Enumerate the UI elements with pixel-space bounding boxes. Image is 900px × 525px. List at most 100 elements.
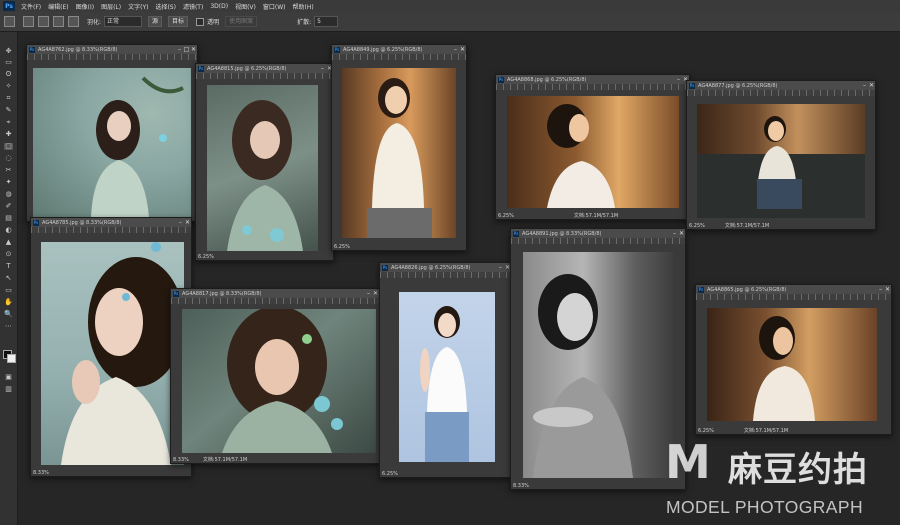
photo-canvas[interactable] bbox=[697, 104, 865, 218]
zoom-level[interactable]: 8.33% bbox=[513, 483, 529, 489]
new-selection-icon[interactable] bbox=[23, 16, 34, 27]
close-icon[interactable]: ✕ bbox=[884, 286, 891, 293]
crop-tool-icon[interactable]: ⌗ bbox=[4, 95, 13, 102]
photo-canvas[interactable] bbox=[182, 309, 376, 453]
minimize-icon[interactable]: – bbox=[176, 46, 183, 53]
screen-mode-icon[interactable]: ▥ bbox=[4, 386, 13, 393]
minimize-icon[interactable]: – bbox=[497, 264, 504, 271]
patch-tool-icon[interactable]: ▢ bbox=[4, 143, 13, 150]
lasso-tool-icon[interactable]: ʘ bbox=[4, 71, 13, 78]
minimize-icon[interactable]: – bbox=[675, 76, 682, 83]
zoom-level[interactable]: 6.25% bbox=[498, 213, 514, 219]
zoom-level[interactable]: 8.33% bbox=[33, 470, 49, 476]
quick-mask-icon[interactable]: ▣ bbox=[4, 374, 13, 381]
document-titlebar[interactable]: Ps AG4A8868.jpg @ 6.25%(RGB/8) – ✕ bbox=[496, 75, 689, 84]
menu-type[interactable]: 文字(Y) bbox=[128, 2, 148, 11]
more-tools-icon[interactable]: ⋯ bbox=[4, 323, 13, 330]
menu-help[interactable]: 帮助(H) bbox=[293, 2, 314, 11]
document-titlebar[interactable]: Ps AG4A8762.jpg @ 8.33%(RGB/8) – □ ✕ bbox=[27, 45, 197, 54]
photo-canvas[interactable] bbox=[342, 68, 456, 238]
path-selection-tool-icon[interactable]: ⊙ bbox=[4, 251, 13, 258]
document-titlebar[interactable]: Ps AG4A8877.jpg @ 6.25%(RGB/8) – ✕ bbox=[687, 81, 875, 90]
gradient-tool-icon[interactable]: ◍ bbox=[4, 191, 13, 198]
rectangle-tool-icon[interactable]: ▭ bbox=[4, 287, 13, 294]
menu-select[interactable]: 选择(S) bbox=[155, 2, 176, 11]
zoom-level[interactable]: 6.25% bbox=[334, 244, 350, 250]
minimize-icon[interactable]: – bbox=[671, 230, 678, 237]
intersect-selection-icon[interactable] bbox=[68, 16, 79, 27]
history-brush-tool-icon[interactable]: ✂ bbox=[4, 167, 13, 174]
close-icon[interactable]: ✕ bbox=[190, 46, 197, 53]
transparent-checkbox[interactable] bbox=[196, 17, 205, 26]
shape-tool-icon[interactable]: ▲ bbox=[4, 239, 13, 246]
photo-canvas[interactable] bbox=[707, 308, 877, 421]
menu-filter[interactable]: 滤镜(T) bbox=[183, 2, 203, 11]
menu-layer[interactable]: 图层(L) bbox=[101, 2, 121, 11]
target-button[interactable]: 目标 bbox=[168, 16, 189, 27]
minimize-icon[interactable]: – bbox=[877, 286, 884, 293]
use-pattern-button[interactable]: 使用图案 bbox=[225, 16, 258, 27]
photoshop-logo-icon[interactable]: Ps bbox=[3, 1, 15, 11]
minimize-icon[interactable]: – bbox=[452, 46, 459, 53]
document-window[interactable]: Ps AG4A8817.jpg @ 8.33%(RGB/8) – ✕ 8.33%… bbox=[170, 288, 380, 464]
zoom-level[interactable]: 6.25% bbox=[689, 223, 705, 229]
document-window[interactable]: Ps AG4A8826.jpg @ 6.25%(RGB/8) – ✕ 6.25% bbox=[379, 262, 512, 478]
eraser-tool-icon[interactable]: ✦ bbox=[4, 179, 13, 186]
eyedropper-tool-icon[interactable]: ✎ bbox=[4, 107, 13, 114]
photo-canvas[interactable] bbox=[207, 85, 318, 251]
healing-brush-tool-icon[interactable]: ⌖ bbox=[4, 119, 13, 126]
move-tool-icon[interactable]: ✥ bbox=[4, 48, 13, 55]
clone-stamp-tool-icon[interactable]: ◌ bbox=[4, 155, 13, 162]
zoom-level[interactable]: 8.33% bbox=[173, 457, 189, 463]
hand-tool-icon[interactable]: ✋ bbox=[4, 299, 13, 306]
brush-tool-icon[interactable]: ✚ bbox=[4, 131, 13, 138]
zoom-level[interactable]: 6.25% bbox=[382, 471, 398, 477]
minimize-icon[interactable]: – bbox=[365, 290, 372, 297]
zoom-tool-icon[interactable]: 🔍 bbox=[4, 311, 13, 318]
minimize-icon[interactable]: – bbox=[319, 65, 326, 72]
photo-canvas[interactable] bbox=[507, 96, 679, 208]
menu-view[interactable]: 视图(V) bbox=[235, 2, 256, 11]
menu-window[interactable]: 窗口(W) bbox=[263, 2, 286, 11]
document-window[interactable]: Ps AG4A8762.jpg @ 8.33%(RGB/8) – □ ✕ bbox=[26, 44, 198, 222]
document-window[interactable]: Ps AG4A8868.jpg @ 6.25%(RGB/8) – ✕ 6.25%… bbox=[495, 74, 690, 220]
document-titlebar[interactable]: Ps AG4A8849.jpg @ 6.25%(RGB/8) – ✕ bbox=[332, 45, 466, 54]
photo-canvas[interactable] bbox=[33, 68, 191, 218]
close-icon[interactable]: ✕ bbox=[678, 230, 685, 237]
document-window[interactable]: Ps AG4A8785.jpg @ 8.33%(RGB/8) – ✕ 8.33% bbox=[30, 217, 192, 477]
source-button[interactable]: 源 bbox=[148, 16, 163, 27]
maximize-icon[interactable]: □ bbox=[183, 46, 190, 53]
zoom-level[interactable]: 6.25% bbox=[198, 254, 214, 260]
marquee-tool-icon[interactable]: ▭ bbox=[4, 59, 13, 66]
close-icon[interactable]: ✕ bbox=[459, 46, 466, 53]
close-icon[interactable]: ✕ bbox=[184, 219, 191, 226]
menu-edit[interactable]: 编辑(E) bbox=[48, 2, 68, 11]
document-titlebar[interactable]: Ps AG4A8785.jpg @ 8.33%(RGB/8) – ✕ bbox=[31, 218, 191, 227]
document-window[interactable]: Ps AG4A8891.jpg @ 8.33%(RGB/8) – ✕ 8.33% bbox=[510, 228, 686, 490]
pen-tool-icon[interactable]: ◐ bbox=[4, 227, 13, 234]
close-icon[interactable]: ✕ bbox=[372, 290, 379, 297]
menu-file[interactable]: 文件(F) bbox=[21, 2, 41, 11]
minimize-icon[interactable]: – bbox=[177, 219, 184, 226]
document-titlebar[interactable]: Ps AG4A8817.jpg @ 8.33%(RGB/8) – ✕ bbox=[171, 289, 379, 298]
mode-select[interactable]: 正常 bbox=[104, 16, 143, 27]
subtract-selection-icon[interactable] bbox=[53, 16, 64, 27]
document-window[interactable]: Ps AG4A8865.jpg @ 6.25%(RGB/8) – ✕ 6.25%… bbox=[695, 284, 892, 435]
spread-input[interactable]: 5 bbox=[314, 16, 339, 27]
photo-canvas[interactable] bbox=[523, 252, 673, 478]
document-titlebar[interactable]: Ps AG4A8865.jpg @ 6.25%(RGB/8) – ✕ bbox=[696, 285, 891, 294]
photo-canvas[interactable] bbox=[41, 242, 184, 465]
document-titlebar[interactable]: Ps AG4A8826.jpg @ 6.25%(RGB/8) – ✕ bbox=[380, 263, 511, 272]
tool-preset-icon[interactable] bbox=[4, 16, 15, 27]
photo-canvas[interactable] bbox=[399, 292, 495, 462]
document-window[interactable]: Ps AG4A8815.jpg @ 6.25%(RGB/8) – ✕ 6.25% bbox=[195, 63, 334, 261]
blur-tool-icon[interactable]: ✐ bbox=[4, 203, 13, 210]
document-titlebar[interactable]: Ps AG4A8815.jpg @ 6.25%(RGB/8) – ✕ bbox=[196, 64, 333, 73]
magic-wand-tool-icon[interactable]: ✧ bbox=[4, 83, 13, 90]
document-titlebar[interactable]: Ps AG4A8891.jpg @ 8.33%(RGB/8) – ✕ bbox=[511, 229, 685, 238]
close-icon[interactable]: ✕ bbox=[868, 82, 875, 89]
minimize-icon[interactable]: – bbox=[861, 82, 868, 89]
document-window[interactable]: Ps AG4A8877.jpg @ 6.25%(RGB/8) – ✕ 6.25%… bbox=[686, 80, 876, 230]
menu-image[interactable]: 图像(I) bbox=[76, 2, 94, 11]
add-selection-icon[interactable] bbox=[38, 16, 49, 27]
